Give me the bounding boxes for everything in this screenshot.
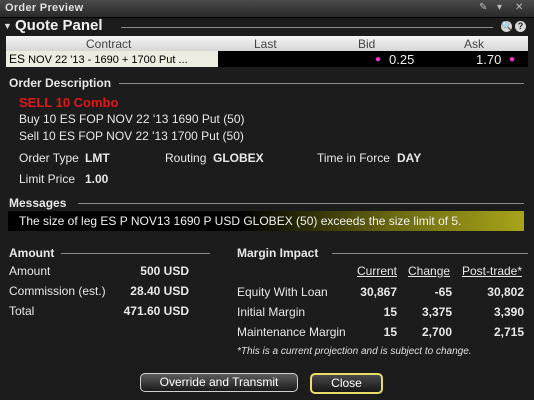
pin-icon[interactable]: ✎ [479,2,487,13]
total-value: 471.60 USD [123,304,189,318]
col-current: Current [357,264,398,278]
help-icon[interactable]: ? [515,21,526,32]
messages-section: Messages [6,195,528,212]
contract-symbol: ES [9,52,26,66]
initial-margin-post: 3,390 [493,305,524,319]
order-type-label: Order Type [19,151,79,165]
amount-value: 500 USD [140,264,189,278]
divider [121,27,493,28]
col-bid: Bid [358,37,376,51]
order-description-section: Order Description [6,75,528,92]
amount-heading: Amount [9,246,55,260]
lock-icon[interactable]: 🔍 [501,21,512,32]
message-text: The size of leg ES P NOV13 1690 P USD GL… [19,214,462,228]
maintenance-margin-label: Maintenance Margin [237,325,346,339]
col-post-trade: Post-trade* [462,264,523,278]
leg-buy: Buy 10 ES FOP NOV 22 '13 1690 Put (50) [19,112,245,126]
order-type-value: LMT [85,151,110,165]
col-contract: Contract [86,37,132,51]
leg-sell: Sell 10 ES FOP NOV 22 '13 1700 Put (50) [19,129,244,143]
limit-price-label: Limit Price [19,172,76,186]
limit-price-value: 1.00 [85,172,109,186]
maintenance-margin-change: 2,700 [421,325,452,339]
col-ask: Ask [464,37,485,51]
bid-value[interactable]: 0.25 [389,52,414,67]
window-title: Order Preview [5,2,84,14]
quote-table-header: Contract Last Bid Ask [6,36,528,51]
col-last: Last [254,37,277,51]
quote-panel-title: Quote Panel [15,17,103,34]
ask-indicator-icon: ● [509,54,516,65]
close-window-icon[interactable]: ✕ [515,2,523,13]
equity-change: -65 [434,285,452,299]
initial-margin-change: 3,375 [421,305,452,319]
maintenance-margin-current: 15 [383,325,397,339]
minimize-icon[interactable]: ▾ [497,2,502,13]
tif-label: Time in Force [317,151,390,165]
tif-value: DAY [397,151,422,165]
equity-label: Equity With Loan [237,285,328,299]
order-action: SELL 10 Combo [19,95,119,110]
window-titlebar: Order Preview ✎ ▾ ✕ [0,0,534,18]
message-bar: The size of leg ES P NOV13 1690 P USD GL… [8,211,524,231]
collapse-arrow-icon[interactable]: ▼ [3,21,12,31]
margin-note: *This is a current projection and is sub… [237,346,472,357]
initial-margin-label: Initial Margin [237,305,306,319]
override-transmit-button[interactable]: Override and Transmit [140,373,298,392]
close-button[interactable]: Close [310,373,383,394]
equity-post: 30,802 [487,285,524,299]
commission-value: 28.40 USD [130,284,189,298]
contract-desc: NOV 22 '13 - 1690 + 1700 Put ... [28,54,188,66]
maintenance-margin-post: 2,715 [493,325,524,339]
commission-label: Commission (est.) [9,284,106,298]
bid-indicator-icon: ● [375,54,382,65]
initial-margin-current: 15 [383,305,397,319]
amount-section: Amount [6,245,210,262]
amount-label: Amount [9,264,51,278]
ask-value[interactable]: 1.70 [476,52,501,67]
order-description-heading: Order Description [9,76,112,90]
margin-heading: Margin Impact [237,246,319,260]
equity-current: 30,867 [360,285,397,299]
routing-label: Routing [165,151,207,165]
messages-heading: Messages [9,196,67,210]
col-change: Change [408,264,451,278]
margin-section: Margin Impact [234,245,528,262]
total-label: Total [9,304,35,318]
routing-value: GLOBEX [213,151,264,165]
contract-cell[interactable]: ES NOV 22 '13 - 1690 + 1700 Put ... [6,51,218,67]
